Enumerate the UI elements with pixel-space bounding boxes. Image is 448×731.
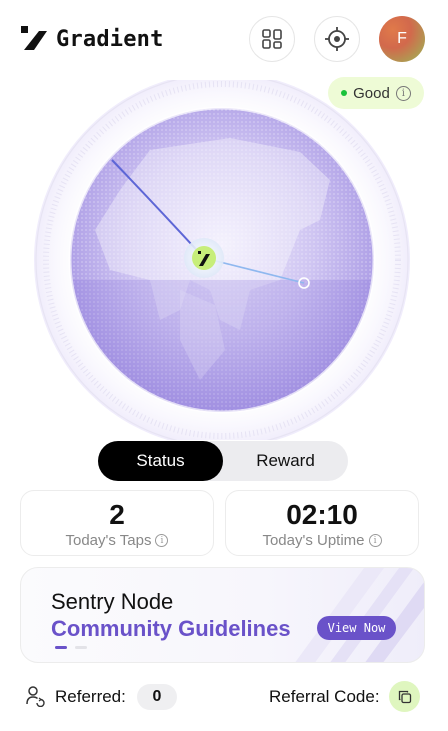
globe [0,80,448,440]
carousel-indicator [55,646,87,649]
view-now-button[interactable]: View Now [317,616,396,640]
referral-code-label: Referral Code: [269,687,380,706]
target-button[interactable] [314,16,360,62]
brand-name: Gradient [56,26,164,52]
avatar[interactable]: F [379,16,425,62]
carousel-dot[interactable] [75,646,87,649]
tab-status[interactable]: Status [98,441,223,481]
uptime-card: 02:10 Today's Uptime i [225,490,419,556]
tab-switcher: Status Reward [98,441,348,481]
tab-reward[interactable]: Reward [223,441,348,481]
taps-value: 2 [109,499,125,530]
taps-label: Today's Taps [65,532,152,549]
uptime-label-row: Today's Uptime i [226,532,418,549]
carousel-dot-active[interactable] [55,646,67,649]
referred-count: 0 [137,684,177,710]
guidelines-banner[interactable]: Sentry Node Community Guidelines View No… [20,567,425,663]
taps-label-row: Today's Taps i [21,532,213,549]
target-icon [325,27,349,51]
banner-title: Sentry Node [51,589,174,614]
uptime-value: 02:10 [286,499,358,530]
info-icon[interactable]: i [368,534,382,547]
info-icon[interactable]: i [155,534,169,547]
taps-card: 2 Today's Taps i [20,490,214,556]
apps-grid-icon [262,29,282,49]
copy-referral-button[interactable] [389,681,420,712]
referred-label: Referred: [55,687,126,706]
avatar-initial: F [397,30,407,47]
footer: Referred: 0 Referral Code: [0,680,448,714]
user-refresh-icon [26,686,45,707]
uptime-label: Today's Uptime [262,532,365,549]
apps-button[interactable] [249,16,295,62]
brand-logo[interactable]: Gradient [20,24,164,54]
globe-graphic [34,80,410,440]
gradient-logo-icon [21,26,47,50]
banner-subtitle: Community Guidelines [51,616,291,641]
header: Gradient F [0,0,448,80]
copy-icon [398,690,411,703]
